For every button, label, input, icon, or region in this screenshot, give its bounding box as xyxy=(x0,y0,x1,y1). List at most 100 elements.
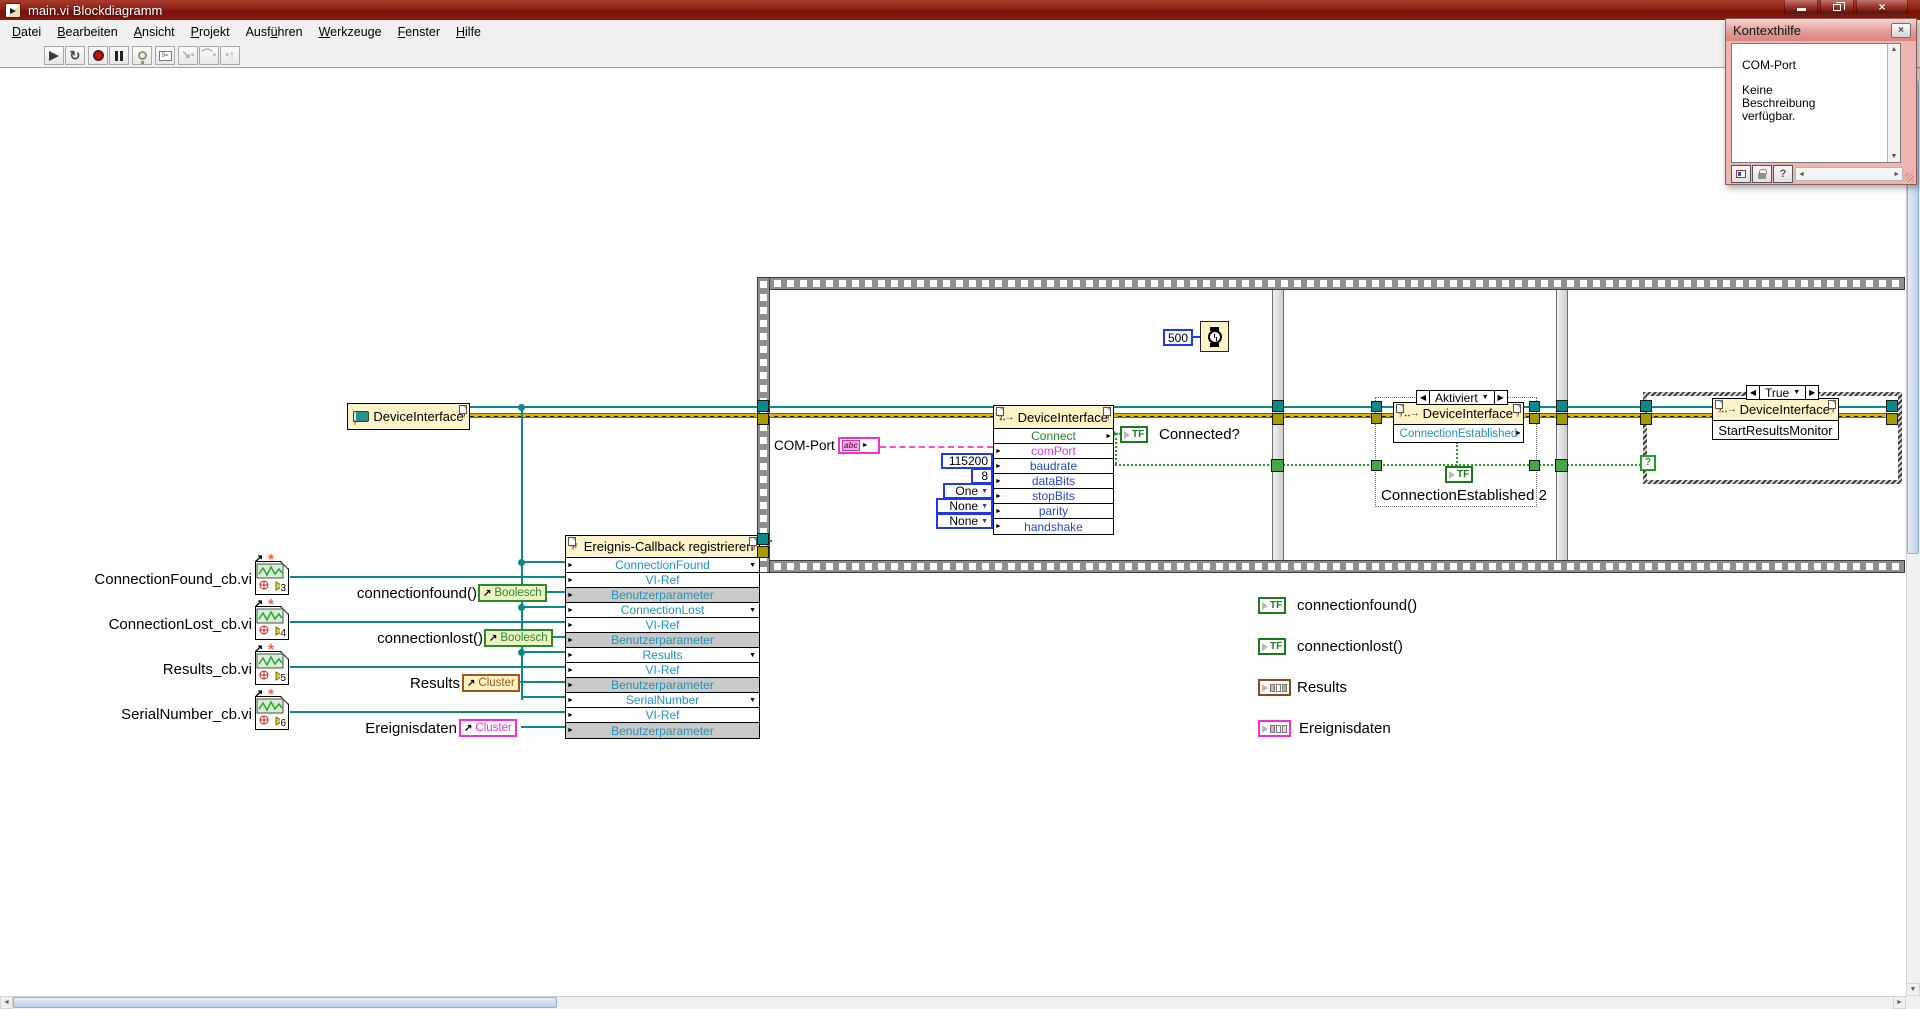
show-terminals-button[interactable] xyxy=(1731,165,1751,183)
tunnel-error[interactable] xyxy=(1272,413,1284,425)
menu-bearbeiten[interactable]: Bearbeiten xyxy=(49,22,125,42)
tunnel-error[interactable] xyxy=(1640,413,1652,425)
flat-sequence-left-border[interactable] xyxy=(757,277,770,573)
menu-ansicht[interactable]: Ansicht xyxy=(126,22,183,42)
boolean-control-reference[interactable]: ↗ Boolesch xyxy=(484,629,553,647)
selector-dropdown-icon[interactable]: ▼ xyxy=(1482,394,1489,401)
vi-ref-row[interactable]: ► VI-Ref xyxy=(566,708,759,723)
boolean-control-reference[interactable]: ↗ Boolesch xyxy=(478,584,547,602)
menu-projekt[interactable]: Projekt xyxy=(183,22,238,42)
event-source-row[interactable]: ► Results ▼ xyxy=(566,648,759,663)
flat-sequence-bottom-border[interactable] xyxy=(757,560,1905,573)
param-row-comport[interactable]: ► comPort xyxy=(994,444,1113,459)
user-parameter-row[interactable]: ► Benutzerparameter xyxy=(566,633,759,648)
user-parameter-row[interactable]: ► Benutzerparameter xyxy=(566,678,759,693)
param-row-databits[interactable]: ► dataBits xyxy=(994,474,1113,489)
tunnel-refnum[interactable] xyxy=(1371,401,1382,412)
parity-ring-constant[interactable]: None ▼ xyxy=(936,498,993,514)
connected-indicator[interactable]: TF xyxy=(1120,426,1149,443)
vi-ref-row[interactable]: ► VI-Ref xyxy=(566,573,759,588)
tunnel-boolean[interactable] xyxy=(1271,459,1284,472)
context-help-titlebar[interactable]: Kontexthilfe xyxy=(1726,19,1916,41)
context-help-window[interactable]: Kontexthilfe × COM-Port Keine Beschreibu… xyxy=(1725,18,1917,185)
lock-help-button[interactable] xyxy=(1752,165,1772,183)
context-help-horizontal-scrollbar[interactable]: ◄ ► xyxy=(1795,167,1903,181)
menu-hilfe[interactable]: Hilfe xyxy=(448,22,489,42)
minimize-button[interactable] xyxy=(1784,0,1818,15)
highlight-execution-button[interactable] xyxy=(132,46,152,65)
property-node-connectionestablished[interactable]: ?! ‥→ DeviceInterface ?! ConnectionEstab… xyxy=(1393,402,1524,443)
abort-button[interactable] xyxy=(88,46,108,65)
scroll-left-arrow[interactable]: ◄ xyxy=(0,996,13,1009)
tunnel-refnum[interactable] xyxy=(1272,400,1284,412)
event-source-row[interactable]: ► ConnectionFound ▼ xyxy=(566,558,759,573)
scroll-down-arrow[interactable]: ▼ xyxy=(1891,153,1898,160)
scroll-down-arrow[interactable]: ▼ xyxy=(1906,983,1920,996)
sequence-frame-divider-1[interactable] xyxy=(1272,290,1284,560)
sequence-frame-divider-2[interactable] xyxy=(1556,290,1568,560)
case-structure-selector[interactable]: ◀ True ▼ ▶ xyxy=(1746,385,1820,400)
user-parameter-row[interactable]: ► Benutzerparameter xyxy=(566,588,759,603)
selector-prev-icon[interactable]: ◀ xyxy=(1747,386,1760,399)
menu-fenster[interactable]: Fenster xyxy=(390,22,448,42)
tunnel-error[interactable] xyxy=(757,413,769,425)
tunnel-refnum[interactable] xyxy=(757,400,769,412)
scroll-up-arrow[interactable]: ▲ xyxy=(1891,46,1898,53)
param-row-parity[interactable]: ► parity xyxy=(994,504,1113,519)
tunnel-error[interactable] xyxy=(1371,413,1382,424)
invoke-node-connect[interactable]: ?! ‥→ DeviceInterface ?! Connect ► ► comPo… xyxy=(993,405,1114,535)
connectionfound-indicator[interactable]: TF xyxy=(1258,597,1287,614)
results-cluster-indicator[interactable] xyxy=(1258,679,1291,696)
property-row[interactable]: ConnectionEstablished ► xyxy=(1394,425,1523,442)
context-help-close-button[interactable]: × xyxy=(1891,23,1911,38)
detailed-help-button[interactable]: ? xyxy=(1773,165,1793,183)
tunnel-error[interactable] xyxy=(1886,413,1898,425)
close-button[interactable]: × xyxy=(1856,0,1908,15)
retain-wire-values-button[interactable]: 9= xyxy=(155,46,175,65)
pause-button[interactable] xyxy=(109,46,129,65)
cluster-control-reference[interactable]: ↗ Cluster xyxy=(459,719,517,737)
tunnel-refnum[interactable] xyxy=(1886,400,1898,412)
menu-werkzeuge[interactable]: Werkzeuge xyxy=(311,22,390,42)
user-parameter-row[interactable]: ► Benutzerparameter xyxy=(566,723,759,738)
vi-ref-row[interactable]: ► VI-Ref xyxy=(566,618,759,633)
cluster-control-reference[interactable]: ↗ Cluster xyxy=(462,674,520,692)
scroll-right-arrow[interactable]: ► xyxy=(1893,171,1900,178)
connectionlost-indicator[interactable]: TF xyxy=(1258,638,1287,655)
flat-sequence-top-border[interactable] xyxy=(757,277,1905,290)
scroll-left-arrow[interactable]: ◄ xyxy=(1798,171,1805,178)
step-out-button[interactable]: ▪↑ xyxy=(220,46,240,65)
tunnel-refnum[interactable] xyxy=(1529,401,1540,412)
com-port-string-control[interactable]: abc ► xyxy=(838,437,880,454)
wait-ms-constant[interactable]: 500 xyxy=(1163,329,1193,346)
tunnel-refnum[interactable] xyxy=(1640,400,1652,412)
databits-constant[interactable]: 8 xyxy=(971,468,993,484)
selector-prev-icon[interactable]: ◀ xyxy=(1417,391,1430,404)
method-row[interactable]: Connect ► xyxy=(994,429,1113,444)
tunnel-error[interactable] xyxy=(1529,413,1540,424)
invoke-node-startresultsmonitor[interactable]: ?! ‥→ DeviceInterface ?! StartResultsMon… xyxy=(1712,398,1839,440)
tunnel-refnum[interactable] xyxy=(1556,400,1568,412)
device-interface-constant[interactable]: ?! DeviceInterface ?! xyxy=(347,403,470,430)
param-row-baudrate[interactable]: ► baudrate xyxy=(994,459,1113,474)
param-row-stopbits[interactable]: ► stopBits xyxy=(994,489,1113,504)
tunnel-boolean[interactable] xyxy=(1529,460,1540,471)
ring-dropdown-icon[interactable]: ▼ xyxy=(981,503,988,510)
tunnel-event-reg[interactable] xyxy=(757,533,769,545)
ereignisdaten-cluster-indicator[interactable] xyxy=(1258,720,1291,737)
step-over-button[interactable]: ⌒▪ xyxy=(199,46,219,65)
baudrate-constant[interactable]: 115200 xyxy=(941,453,993,469)
method-row[interactable]: StartResultsMonitor xyxy=(1713,421,1838,439)
param-row-handshake[interactable]: ► handshake xyxy=(994,519,1113,534)
wait-ms-function[interactable] xyxy=(1200,321,1229,352)
case-selector-tunnel[interactable]: ? xyxy=(1640,455,1656,471)
tunnel-boolean[interactable] xyxy=(1371,460,1382,471)
step-into-button[interactable]: ↘▪ xyxy=(178,46,198,65)
menu-datei[interactable]: Datei xyxy=(4,22,49,42)
event-source-row[interactable]: ► SerialNumber ▼ xyxy=(566,693,759,708)
horizontal-scrollbar-thumb[interactable] xyxy=(13,997,557,1008)
restore-button[interactable] xyxy=(1820,0,1854,15)
resize-grip[interactable] xyxy=(1905,173,1914,182)
ring-dropdown-icon[interactable]: ▼ xyxy=(981,488,988,495)
tunnel-error[interactable] xyxy=(1556,413,1568,425)
